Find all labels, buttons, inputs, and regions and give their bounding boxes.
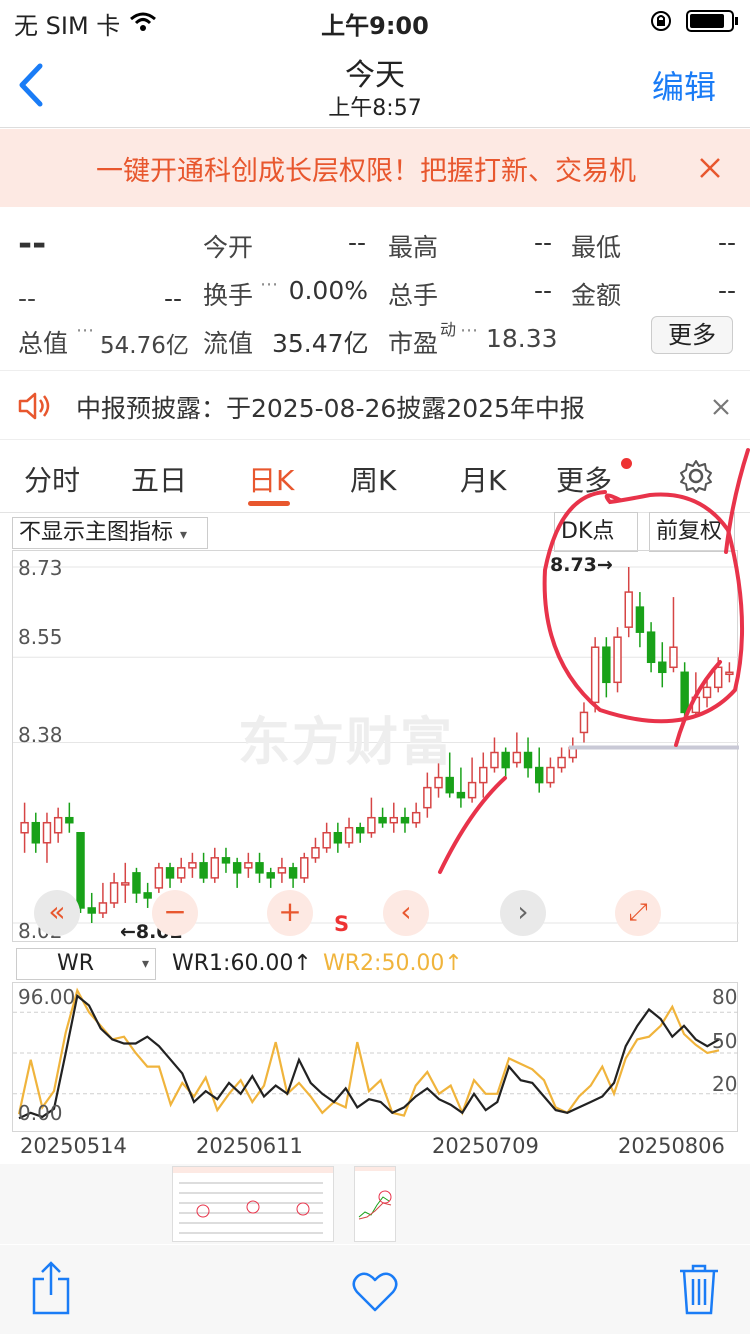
wr-y-label: 50 <box>712 1029 738 1053</box>
wr-y-label: 20 <box>712 1072 738 1096</box>
change-value: -- <box>18 284 37 313</box>
candle-body <box>143 892 152 899</box>
trash-icon[interactable] <box>678 1263 720 1315</box>
battery-icon <box>686 10 738 32</box>
date-label: 20250611 <box>196 1134 303 1158</box>
open-value: -- <box>347 228 366 257</box>
high-label: 最高 <box>388 233 439 262</box>
volume-value: -- <box>533 276 552 305</box>
thumbnail-strip <box>0 1164 750 1244</box>
more-button[interactable]: 更多 <box>651 316 733 354</box>
wr-y-label: 80 <box>712 985 738 1009</box>
amount-label: 金额 <box>571 281 622 310</box>
nav-bar: 今天 上午8:57 编辑 <box>0 40 750 128</box>
sell-marker: S <box>334 912 350 936</box>
speaker-icon <box>18 392 50 420</box>
wr-select-label: WR <box>57 951 95 976</box>
info-icon[interactable]: ⋯ <box>460 320 478 341</box>
float-value-label: 流值 <box>203 329 254 358</box>
info-icon[interactable]: ⋯ <box>76 320 94 341</box>
heart-icon[interactable] <box>352 1271 398 1313</box>
total-value-label: 总值 <box>18 329 69 358</box>
candle-body <box>87 907 96 914</box>
wr-indicator-chart[interactable] <box>12 982 739 1132</box>
close-icon[interactable] <box>712 398 730 416</box>
rewind-button[interactable]: « <box>34 890 80 936</box>
status-bar: 无 SIM 卡 上午9:00 <box>0 0 750 40</box>
open-label: 今开 <box>203 233 254 262</box>
zoom-in-button[interactable]: + <box>267 890 313 936</box>
fullscreen-button[interactable]: ⤢ <box>615 890 661 936</box>
nav-title: 今天 <box>345 58 405 93</box>
clock: 上午9:00 <box>321 12 429 40</box>
date-label: 20250806 <box>618 1134 725 1158</box>
notice-bar[interactable]: 中报预披露：于2025-08-26披露2025年中报 <box>0 370 750 440</box>
wr-select[interactable]: WR ▾ <box>16 948 156 980</box>
turnover-label: 换手 <box>203 281 254 310</box>
hand-drawn-annotation <box>438 448 750 874</box>
turnover-value: 0.00% <box>288 276 368 305</box>
rotation-lock-icon <box>651 11 671 31</box>
pe-label: 市盈 <box>388 329 439 358</box>
volume-label: 总手 <box>388 281 439 310</box>
edit-button[interactable]: 编辑 <box>652 62 716 108</box>
low-value: -- <box>717 228 736 257</box>
bottom-toolbar <box>0 1245 750 1334</box>
quote-panel: -- -- -- 今开 -- 最高 -- 最低 -- 换手 ⋯ 0.00% 总手… <box>0 208 750 368</box>
pe-sup: 动 <box>440 320 457 339</box>
candle-body <box>98 902 108 914</box>
nav-subtitle: 上午8:57 <box>328 96 422 121</box>
promo-text: 一键开通科创成长层权限！把握打新、交易机 <box>96 156 636 187</box>
wr-canvas <box>13 987 739 1120</box>
wr2-legend: WR2:50.00↑ <box>323 951 463 976</box>
wr-y-label: 0.00 <box>18 1101 63 1125</box>
thumbnail[interactable] <box>172 1166 334 1242</box>
change-pct-value: -- <box>163 284 182 313</box>
float-value: 35.47亿 <box>272 329 369 358</box>
date-label: 20250709 <box>432 1134 539 1158</box>
price-value: -- <box>18 224 47 264</box>
total-value: 54.76亿 <box>100 333 189 359</box>
wr2-series-line <box>17 987 720 1117</box>
date-label: 20250514 <box>20 1134 127 1158</box>
promo-banner[interactable]: 一键开通科创成长层权限！把握打新、交易机 <box>0 129 750 207</box>
wr-y-label: 96.00 <box>18 985 76 1009</box>
wr1-series-line <box>18 993 720 1120</box>
pe-value: 18.33 <box>486 324 558 353</box>
thumbnail-preview <box>173 1167 333 1234</box>
amount-value: -- <box>717 276 736 305</box>
high-value: -- <box>533 228 552 257</box>
notice-text: 中报预披露：于2025-08-26披露2025年中报 <box>76 394 585 423</box>
wr1-legend: WR1:60.00↑ <box>172 951 312 976</box>
zoom-out-button[interactable]: − <box>152 890 198 936</box>
share-icon[interactable] <box>30 1261 72 1315</box>
info-icon[interactable]: ⋯ <box>260 274 278 295</box>
scroll-right-button[interactable]: › <box>500 890 546 936</box>
close-icon[interactable] <box>698 156 722 180</box>
scroll-left-button[interactable]: ‹ <box>383 890 429 936</box>
dropdown-icon: ▾ <box>141 956 149 972</box>
thumbnail[interactable] <box>354 1166 396 1242</box>
low-label: 最低 <box>571 233 622 262</box>
thumbnail-preview <box>355 1167 395 1220</box>
